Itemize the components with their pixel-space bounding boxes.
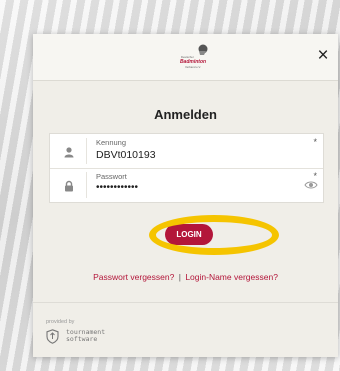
username-label: Kennung	[96, 138, 127, 147]
lock-icon	[65, 180, 73, 192]
username-value[interactable]: DBVt010193	[96, 149, 156, 161]
login-dialog: Badminton Verband e.V. Deutscher × Anmel…	[33, 34, 338, 357]
tournament-software-logo: tournament software	[46, 328, 121, 346]
forgot-login-link[interactable]: Login-Name vergessen?	[185, 272, 278, 282]
brand-line-2: software	[66, 335, 98, 343]
close-button[interactable]: ×	[314, 46, 332, 66]
footer-divider	[33, 302, 338, 303]
shield-icon	[46, 329, 59, 344]
login-form: Kennung DBVt010193 * Passwort ••••••••••…	[49, 133, 324, 203]
username-field[interactable]: Kennung DBVt010193 *	[50, 134, 323, 169]
field-divider	[86, 138, 87, 164]
link-separator: |	[178, 272, 181, 282]
provided-by-label: provided by	[46, 319, 75, 325]
recovery-links: Passwort vergessen? | Login-Name vergess…	[33, 272, 338, 282]
login-button[interactable]: LOGIN	[165, 224, 213, 245]
required-mark: *	[313, 137, 317, 147]
user-icon	[64, 147, 74, 158]
eye-icon[interactable]	[304, 180, 318, 190]
forgot-password-link[interactable]: Passwort vergessen?	[93, 272, 174, 282]
password-field[interactable]: Passwort •••••••••••• *	[50, 168, 323, 202]
brand-text: tournament software	[66, 329, 105, 343]
svg-text:Deutscher: Deutscher	[181, 55, 194, 59]
svg-text:Verband e.V.: Verband e.V.	[185, 65, 201, 69]
password-value[interactable]: ••••••••••••	[96, 182, 138, 193]
password-label: Passwort	[96, 172, 127, 181]
page-title: Anmelden	[154, 107, 217, 122]
field-divider	[86, 172, 87, 198]
badminton-logo: Badminton Verband e.V. Deutscher	[180, 44, 208, 69]
dialog-header: Badminton Verband e.V. Deutscher ×	[33, 34, 338, 81]
